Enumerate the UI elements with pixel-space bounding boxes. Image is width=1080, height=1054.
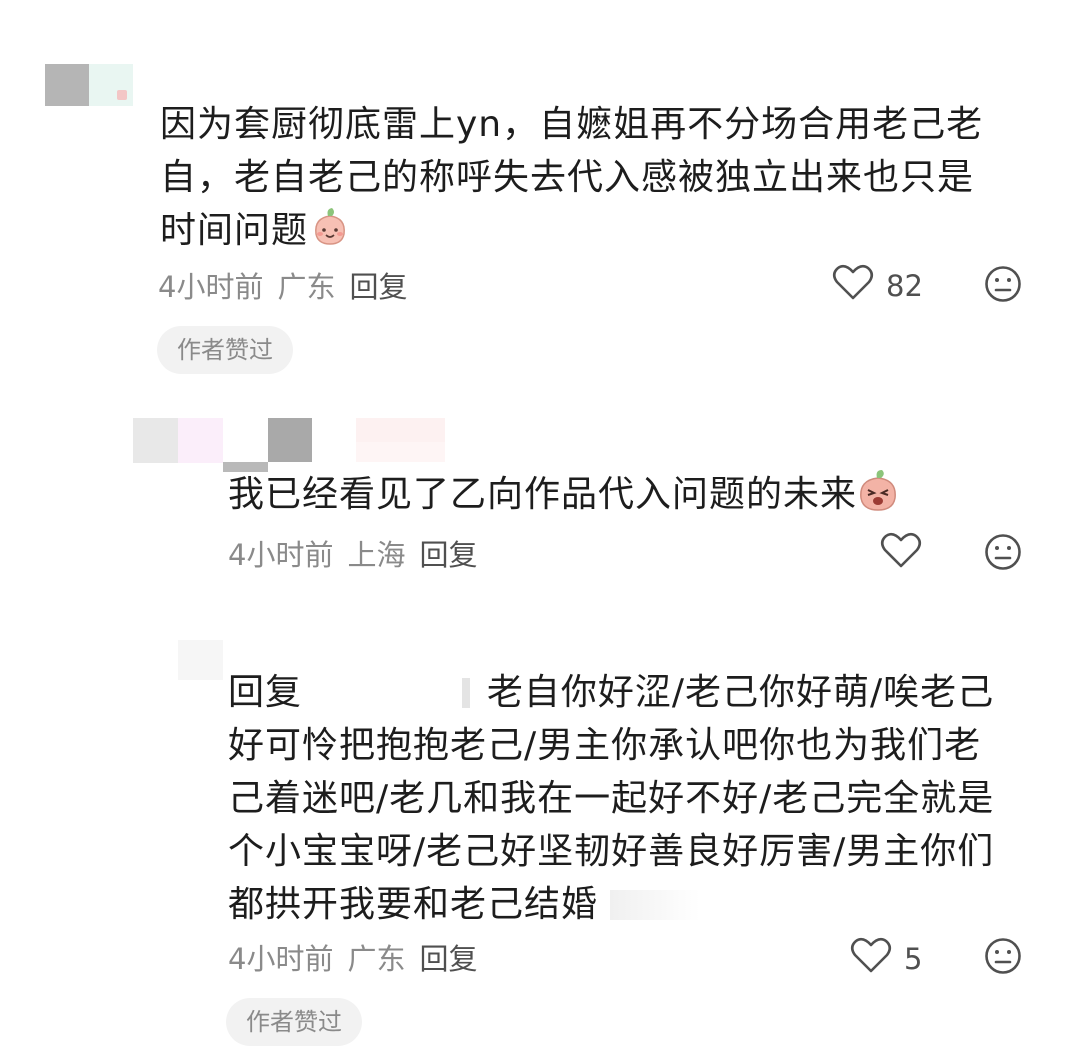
nickname-blurred[interactable] (356, 442, 445, 462)
comment-text-line: 己着迷吧/老几和我在一起好不好/老己完全就是 (228, 778, 995, 819)
neutral-face-icon[interactable] (984, 533, 1022, 575)
like-button[interactable]: 82 (832, 262, 923, 309)
smiling-peach-emoji (308, 204, 352, 263)
comment-time: 4小时前 (228, 942, 334, 976)
neutral-face-icon[interactable] (984, 265, 1022, 307)
author-liked-badge: 作者赞过 (226, 998, 362, 1046)
comment-location: 上海 (347, 538, 406, 572)
neutral-face-icon[interactable] (984, 937, 1022, 979)
nickname-blurred[interactable] (268, 418, 312, 462)
comment-text-line: 个小宝宝呀/老己好坚韧好善良好厉害/男主你们 (228, 831, 995, 872)
mentioned-user-blurred[interactable] (314, 678, 474, 708)
like-button[interactable] (880, 530, 922, 577)
crying-peach-emoji (857, 468, 899, 527)
comment-text-line: 好可怜把抱抱老己/男主你承认吧你也为我们老 (228, 725, 982, 766)
comment-text-line-content: 老自你好涩/老己你好萌/唉老己 (486, 672, 995, 713)
comment-text: 我已经看见了乙向作品代入问题的未来 (228, 474, 858, 515)
like-count: 5 (904, 941, 923, 976)
reply-prefix: 回复 (228, 672, 303, 713)
like-count: 82 (886, 268, 923, 303)
reply-button[interactable]: 回复 (419, 936, 477, 978)
comment-location: 广东 (277, 270, 336, 304)
avatar-blurred[interactable] (133, 418, 178, 463)
user-badge-icon (117, 90, 127, 100)
comment-location: 广东 (347, 942, 406, 976)
nickname-blurred[interactable] (89, 64, 133, 106)
heart-outline-icon (832, 262, 874, 309)
avatar-blurred[interactable] (45, 64, 89, 106)
comment-text-line: 都拱开我要和老己结婚 (228, 878, 1048, 931)
comment-text-line-content: 时间问题 (160, 210, 309, 251)
nickname-blurred[interactable] (178, 418, 223, 463)
heart-outline-icon (880, 530, 922, 577)
comment-text-line: 自，老自老己的称呼失去代入感被独立出来也只是 (160, 157, 975, 198)
heart-outline-icon (850, 935, 892, 982)
reply-button[interactable]: 回复 (349, 264, 407, 306)
comment-text-line: 因为套厨彻底雷上yn，自嬷姐再不分场合用老己老 (160, 104, 984, 145)
text-fade-mask (610, 890, 701, 920)
avatar-blurred[interactable] (178, 640, 223, 680)
comment-text-line-content: 都拱开我要和老己结婚 (228, 884, 599, 925)
comment-text-line: 时间问题 (160, 204, 1040, 263)
nickname-blurred[interactable] (356, 418, 445, 442)
comment-text-line: 回复 老自你好涩/老己你好萌/唉老己 (228, 666, 1048, 719)
author-liked-badge: 作者赞过 (157, 326, 293, 374)
comment-time: 4小时前 (158, 270, 264, 304)
like-button[interactable]: 5 (850, 935, 922, 982)
comment-time: 4小时前 (228, 538, 334, 572)
reply-button[interactable]: 回复 (419, 532, 477, 574)
